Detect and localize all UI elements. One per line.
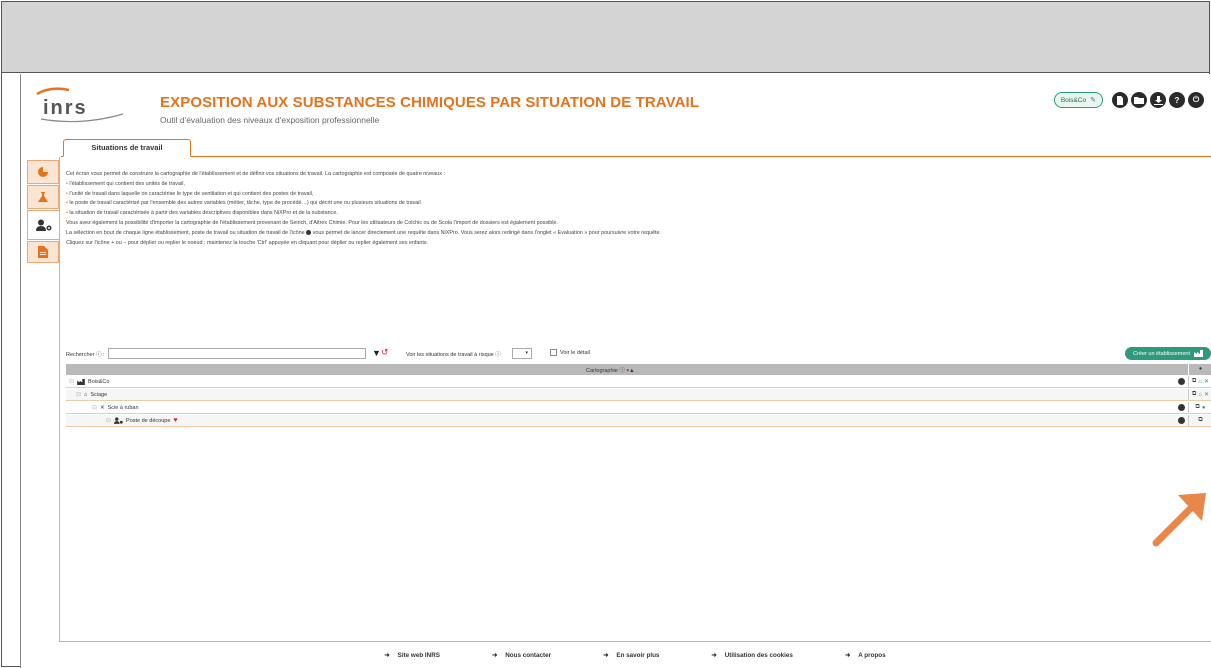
factory-icon [1194,350,1203,357]
inrs-logo: inrs [36,87,124,123]
intro-bullet: le poste de travail caractérisé par l'en… [69,200,421,207]
expand-toggle[interactable]: ⊟ [69,378,74,385]
svg-text:inrs: inrs [43,97,88,119]
table-header: Cartographie ⓘ ▾▲ ● [66,364,1211,375]
home-icon: ⌂ [84,391,88,398]
user-gear-icon [114,417,123,424]
home-icon[interactable]: ⌂ [1198,392,1202,398]
footer-link-cookies[interactable]: ➜ Utilisation des cookies [711,652,793,659]
copy-icon[interactable]: ⧉ [1198,417,1202,424]
help-icon[interactable]: ? [1169,92,1185,108]
copy-icon[interactable]: ⧉ [1192,391,1196,398]
company-chip-label: Bois&Co [1060,96,1087,104]
arrow-right-icon: ➜ [844,651,851,659]
chart-icon[interactable] [1178,404,1185,411]
arrow-right-icon: ➜ [711,651,717,659]
sidebar-item-chart[interactable] [27,160,59,184]
sidebar-item-substance[interactable] [27,185,59,209]
create-establishment-label: Créer un établissement [1133,350,1190,357]
intro-line: Cliquez sur l'icône + ou − pour déplier … [66,239,429,246]
sidebar-item-report[interactable] [27,241,59,263]
reset-filter-icon[interactable]: ↺ [381,347,389,358]
tools-icon[interactable]: ✕ [1204,391,1209,398]
copy-icon[interactable]: ⧉ [1196,404,1200,411]
intro-text: Cet écran vous permet de construire la c… [66,170,1206,248]
tools-icon[interactable]: ✕ [1204,378,1209,385]
header-actions: Bois&Co ✎ ? ⏻ [1053,92,1204,108]
page-subtitle: Outil d'évaluation des niveaux d'exposit… [160,115,380,125]
footer-link-about[interactable]: ➜ A propos [845,652,886,659]
search-label: Rechercher ⓘ : [66,352,105,358]
download-icon[interactable] [1150,92,1166,108]
home-icon[interactable]: ⌂ [1198,379,1202,385]
footer: ➜ Site web INRS ➜ Nous contacter ➜ En savoi… [59,641,1211,668]
user-gear-icon [35,219,51,231]
row-actions: ⧉ ⌂ ✕ [1188,389,1211,400]
tree-label: Bois&Co [88,378,110,385]
chart-icon [306,229,312,235]
footer-link-more[interactable]: ➜ En savoir plus [603,652,659,659]
detail-checkbox[interactable] [550,349,557,356]
power-icon[interactable]: ⏻ [1188,92,1204,108]
pointer-arrow-icon [1152,493,1206,547]
user-gear-icon[interactable]: ● [1202,405,1206,411]
window-frame: inrs EXPOSITION AUX SUBSTANCES CHIMIQUES… [1,1,1211,668]
footer-link-contact[interactable]: ➜ Nous contacter [492,652,551,659]
tab-situations[interactable]: Situations de travail [63,139,191,157]
intro-line: La sélection en bout de chaque ligne éta… [66,229,305,236]
company-chip[interactable]: Bois&Co ✎ [1053,92,1103,108]
left-sidebar [27,160,59,264]
tools-icon: ✕ [100,404,105,411]
tree-label: Scie à ruban [107,404,139,411]
expand-toggle[interactable]: ⊟ [106,417,111,424]
row-actions: ⧉ ⌂ ✕ [1188,376,1211,387]
arrow-right-icon: ➜ [491,651,498,659]
tree-row[interactable]: ⊟ Poste de découpe ♥ ⧉ [66,415,1211,427]
intro-bullet: l'établissement qui contient des unités … [69,180,185,187]
detail-label: Voir le détail [560,350,590,356]
arrow-right-icon: ➜ [384,651,390,659]
app-container: inrs EXPOSITION AUX SUBSTANCES CHIMIQUES… [20,74,1211,668]
intro-bullet: l'unité de travail dans laquelle on cara… [69,190,314,197]
risk-select[interactable]: ▾ [512,348,532,359]
table-header-label[interactable]: Cartographie ⓘ ▾▲ [586,366,635,374]
heart-risk-icon: ♥ [173,417,178,424]
tree-row[interactable]: ⊟ ✕ Scie à ruban ⧉ ● [66,402,1211,414]
row-actions: ⧉ [1188,415,1211,426]
search-row: Rechercher ⓘ : ▼ ↺ Voir les situations d… [66,347,1211,360]
page-title: EXPOSITION AUX SUBSTANCES CHIMIQUES PAR … [160,94,700,111]
row-actions: ⧉ ● [1188,402,1211,413]
filter-icon[interactable]: ▼ [372,348,381,358]
arrow-right-icon: ➜ [603,651,609,659]
tree-label: Sciage [90,391,108,398]
document-icon [38,246,48,258]
main-content: Cet écran vous permet de construire la c… [59,157,1211,641]
tree-row[interactable]: ⊟ ⌂ Sciage ⧉ ⌂ ✕ [66,389,1211,401]
pie-chart-icon [38,167,48,177]
footer-link-site[interactable]: ➜ Site web INRS [384,652,440,659]
search-input[interactable] [108,348,366,359]
top-grey-band [2,2,1209,73]
chart-icon[interactable] [1178,417,1185,424]
sidebar-item-situations[interactable] [27,210,59,240]
chart-icon: ● [1188,364,1211,375]
copy-icon[interactable]: ⧉ [1192,378,1196,385]
chart-icon[interactable] [1178,378,1185,385]
intro-bullet: la situation de travail caractérisée à p… [69,210,338,217]
intro-line: Vous avez également la possibilité d'imp… [66,219,558,226]
folder-icon[interactable] [1131,92,1147,108]
create-establishment-button[interactable]: Créer un établissement [1125,347,1211,360]
expand-toggle[interactable]: ⊟ [76,391,81,398]
intro-line: vous permet de lancer directement une re… [312,229,662,236]
file-icon[interactable] [1112,92,1128,108]
tree-row[interactable]: ⊟ Bois&Co ⧉ ⌂ ✕ [66,376,1211,388]
factory-icon [77,378,85,385]
edit-icon: ✎ [1090,97,1096,104]
tree-label: Poste de découpe [126,417,171,424]
risk-filter-label: Voir les situations de travail à risque … [406,352,501,358]
intro-line: Cet écran vous permet de construire la c… [66,171,445,177]
expand-toggle[interactable]: ⊟ [92,404,97,411]
flask-icon [38,192,48,202]
